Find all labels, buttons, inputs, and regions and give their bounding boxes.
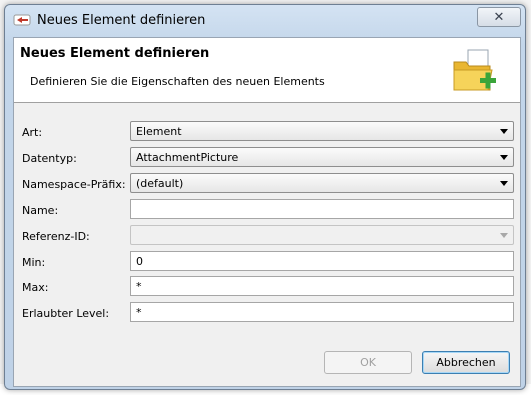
window-title: Neues Element definieren [37, 13, 206, 28]
name-field[interactable] [130, 199, 514, 219]
namespace-value: (default) [136, 177, 184, 190]
chevron-down-icon [500, 181, 508, 186]
min-field[interactable]: 0 [130, 251, 514, 271]
art-label: Art: [22, 126, 43, 139]
datentyp-label: Datentyp: [22, 152, 77, 165]
max-field[interactable]: * [130, 276, 514, 296]
ok-button[interactable]: OK [324, 351, 412, 374]
ok-button-label: OK [360, 356, 376, 369]
title-bar[interactable]: Neues Element definieren ✕ [5, 5, 525, 35]
dialog-window: Neues Element definieren ✕ Neues Element… [4, 4, 526, 390]
header-description: Definieren Sie die Eigenschaften des neu… [30, 75, 325, 88]
referenz-label: Referenz-ID: [22, 230, 90, 243]
header-title: Neues Element definieren [20, 46, 210, 61]
level-value: * [136, 306, 142, 319]
chevron-down-icon [500, 233, 508, 238]
folder-add-icon [450, 48, 500, 96]
namespace-label: Namespace-Präfix: [22, 178, 126, 191]
min-label: Min: [22, 256, 46, 269]
namespace-select[interactable]: (default) [130, 173, 514, 193]
chevron-down-icon [500, 155, 508, 160]
app-icon [13, 13, 31, 27]
name-label: Name: [22, 204, 59, 217]
art-select[interactable]: Element [130, 121, 514, 141]
max-label: Max: [22, 281, 49, 294]
referenz-select [130, 225, 514, 245]
chevron-down-icon [500, 129, 508, 134]
close-icon: ✕ [493, 9, 505, 24]
art-value: Element [136, 125, 182, 138]
level-field[interactable]: * [130, 302, 514, 322]
dialog-header: Neues Element definieren Definieren Sie … [14, 38, 520, 103]
close-button[interactable]: ✕ [477, 7, 521, 27]
datentyp-value: AttachmentPicture [136, 151, 239, 164]
max-value: * [136, 280, 142, 293]
level-label: Erlaubter Level: [22, 307, 110, 320]
cancel-button-label: Abbrechen [436, 356, 496, 369]
dialog-body: Neues Element definieren Definieren Sie … [13, 37, 521, 387]
cancel-button[interactable]: Abbrechen [422, 351, 510, 374]
datentyp-select[interactable]: AttachmentPicture [130, 147, 514, 167]
min-value: 0 [136, 255, 143, 268]
